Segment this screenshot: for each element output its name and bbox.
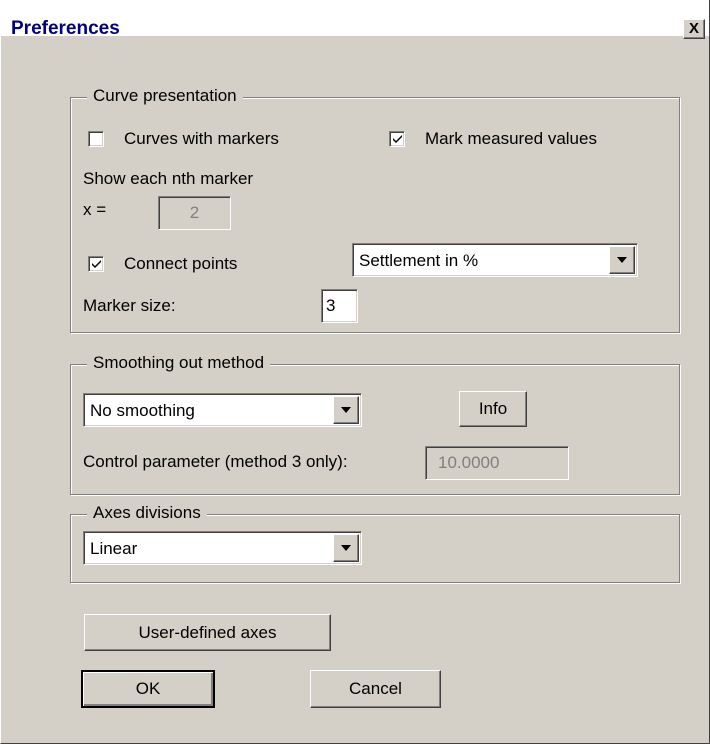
control-parameter-input[interactable]: 10.0000	[425, 446, 569, 480]
mark-measured-values-label: Mark measured values	[425, 129, 597, 148]
smoothing-group: Smoothing out method	[70, 353, 680, 495]
marker-size-value: 3	[326, 296, 336, 315]
settlement-select[interactable]: Settlement in %	[352, 243, 638, 277]
axes-divisions-legend: Axes divisions	[87, 503, 207, 523]
ok-button[interactable]: OK	[81, 670, 215, 708]
connect-points-label: Connect points	[124, 254, 238, 273]
nth-marker-value: 2	[189, 203, 200, 222]
connect-points-checkbox[interactable]	[88, 256, 104, 272]
info-button[interactable]: Info	[459, 391, 527, 427]
smoothing-legend: Smoothing out method	[87, 353, 271, 373]
curves-with-markers-label: Curves with markers	[124, 129, 279, 148]
title-bar: Preferences X	[1, 0, 709, 39]
axes-divisions-dropdown-button[interactable]	[333, 534, 359, 562]
settlement-dropdown-button[interactable]	[609, 246, 635, 274]
smoothing-method-select[interactable]: No smoothing	[83, 393, 362, 427]
chevron-down-icon	[341, 407, 351, 413]
close-button[interactable]: X	[683, 19, 705, 39]
checkmark-icon	[393, 135, 402, 143]
window-title: Preferences	[11, 18, 120, 39]
checkmark-icon	[92, 260, 101, 268]
smoothing-dropdown-button[interactable]	[333, 396, 359, 424]
marker-size-label: Marker size:	[83, 296, 176, 315]
nth-marker-input[interactable]: 2	[158, 196, 231, 230]
smoothing-method-value: No smoothing	[90, 401, 195, 420]
chevron-down-icon	[617, 257, 627, 263]
preferences-dialog: Preferences X Curve presentation Curves …	[0, 0, 710, 744]
show-each-nth-marker-label: Show each nth marker	[83, 169, 254, 188]
control-parameter-label: Control parameter (method 3 only):	[83, 452, 348, 471]
user-defined-axes-button[interactable]: User-defined axes	[84, 614, 331, 651]
mark-measured-values-checkbox[interactable]	[389, 131, 405, 147]
cancel-button[interactable]: Cancel	[310, 670, 441, 708]
axes-divisions-select[interactable]: Linear	[83, 531, 362, 565]
chevron-down-icon	[341, 545, 351, 551]
x-label: x =	[83, 200, 107, 219]
control-parameter-value: 10.0000	[438, 453, 500, 472]
marker-size-input[interactable]: 3	[321, 289, 358, 323]
curve-presentation-legend: Curve presentation	[87, 86, 243, 106]
axes-divisions-value: Linear	[90, 539, 138, 558]
settlement-select-value: Settlement in %	[359, 251, 479, 270]
curves-with-markers-checkbox[interactable]	[88, 131, 104, 147]
